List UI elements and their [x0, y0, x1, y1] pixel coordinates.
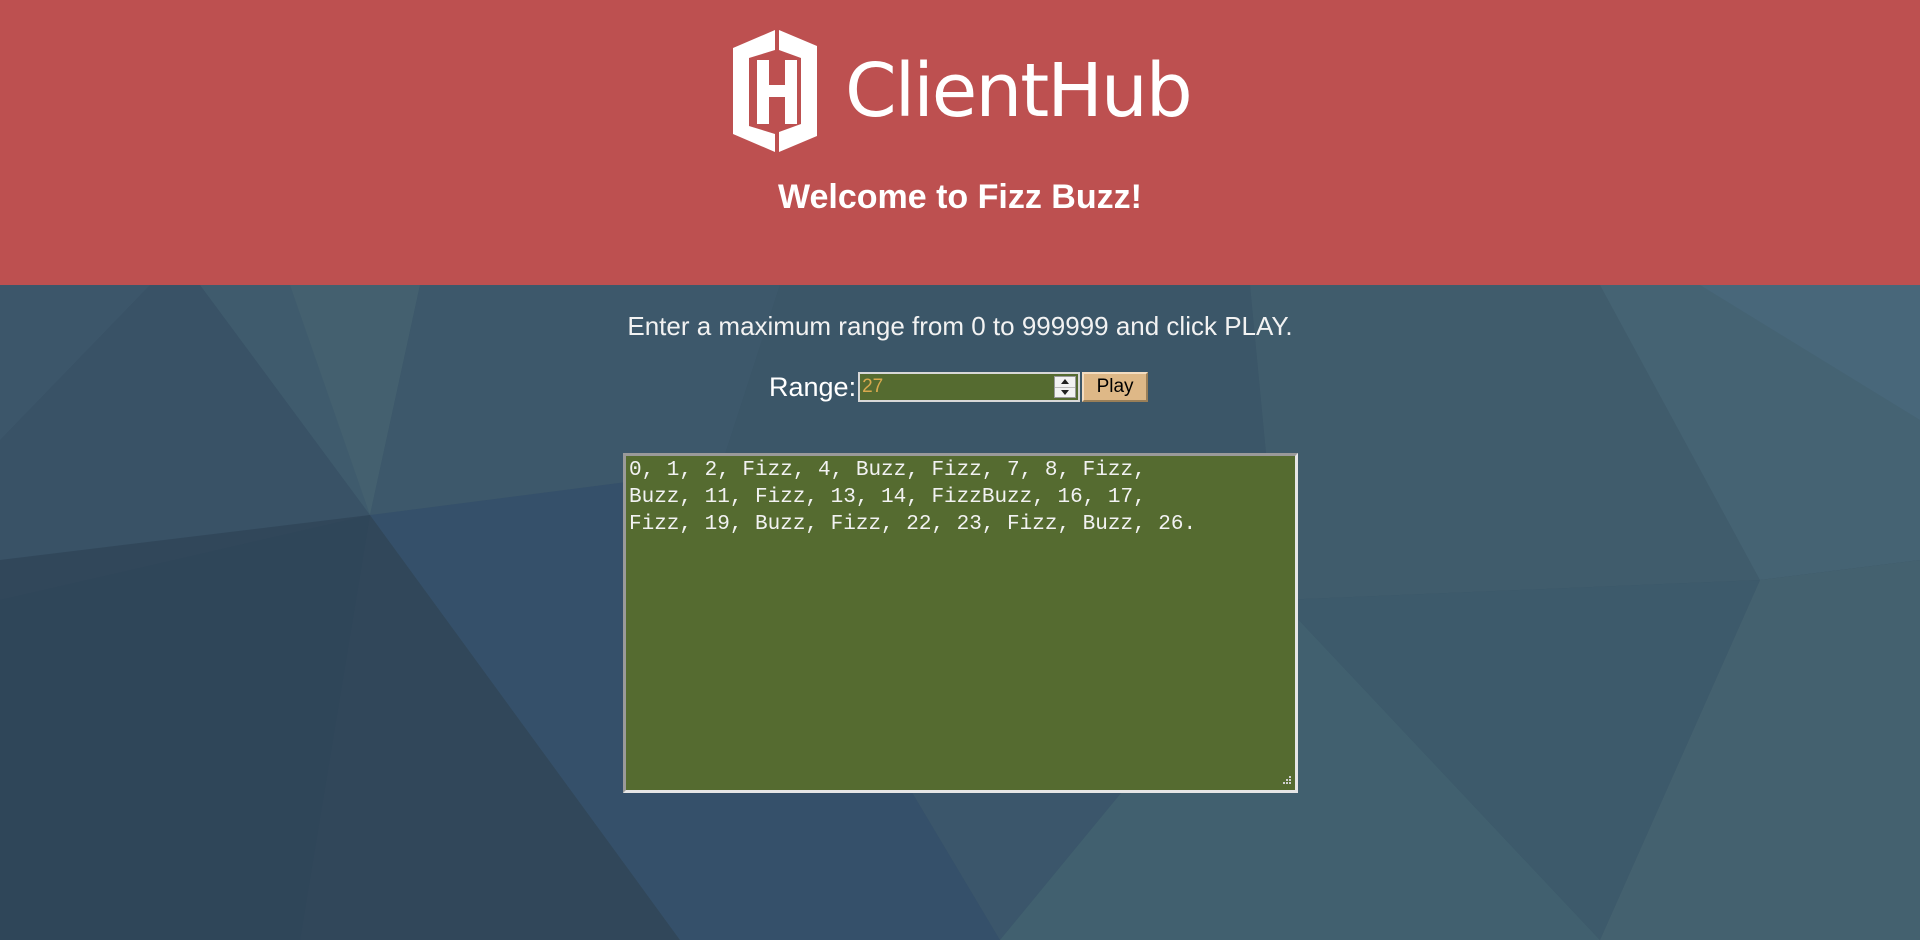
- range-form: Range: Play: [769, 368, 1149, 406]
- output-textarea[interactable]: 0, 1, 2, Fizz, 4, Buzz, Fizz, 7, 8, Fizz…: [623, 453, 1298, 793]
- chevron-up-icon: [1061, 379, 1070, 385]
- spinner-down-button[interactable]: [1055, 386, 1076, 398]
- header: ClientHub Welcome to Fizz Buzz!: [0, 0, 1920, 285]
- main-content: Enter a maximum range from 0 to 999999 a…: [0, 285, 1920, 940]
- range-label: Range:: [769, 371, 857, 402]
- range-spinner: [1054, 376, 1077, 398]
- spinner-up-button[interactable]: [1055, 377, 1075, 387]
- play-button[interactable]: Play: [1082, 372, 1149, 402]
- resize-grip-icon[interactable]: [1280, 775, 1292, 787]
- logo[interactable]: ClientHub: [733, 30, 1193, 152]
- instructions-text: Enter a maximum range from 0 to 999999 a…: [627, 311, 1293, 341]
- page-title: Welcome to Fizz Buzz!: [778, 178, 1142, 216]
- range-field: [858, 372, 1081, 402]
- logo-text: ClientHub: [845, 48, 1193, 134]
- clienthub-h-logo-icon: [733, 30, 817, 152]
- range-input[interactable]: [860, 374, 1053, 400]
- page: ClientHub Welcome to Fizz Buzz! Enter a …: [0, 0, 1920, 940]
- chevron-down-icon: [1061, 389, 1070, 395]
